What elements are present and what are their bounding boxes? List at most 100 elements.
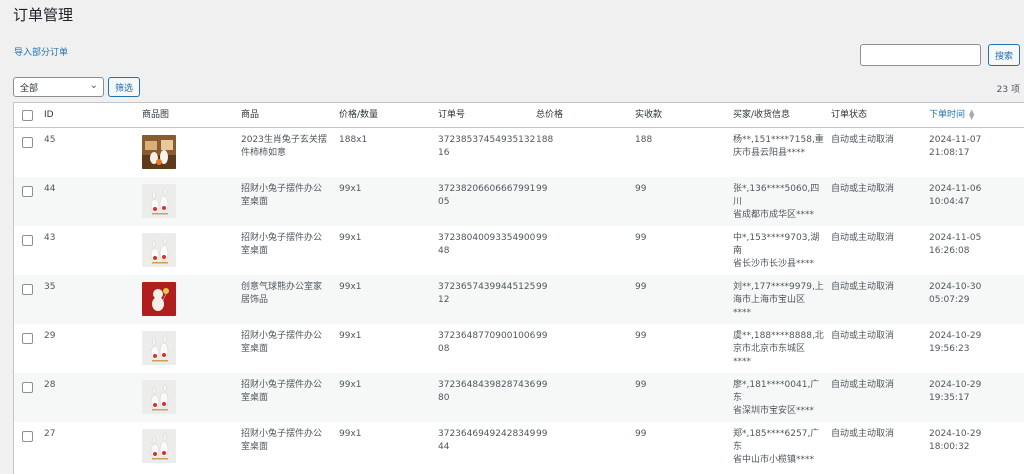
row-checkbox[interactable] — [22, 235, 33, 246]
row-order-no-line: 48 — [438, 246, 450, 256]
row-order-no: 37236487709001006 08 — [438, 330, 536, 356]
row-buyer-line: 廖*,181****0041,广东 — [733, 380, 820, 403]
row-order-no: 37236484398287436 80 — [438, 379, 535, 405]
row-product-line: 件柿柿如意 — [241, 148, 287, 158]
row-total: 99 — [536, 429, 548, 439]
row-checkbox[interactable] — [22, 431, 33, 442]
row-checkbox[interactable] — [22, 333, 33, 344]
row-product: 招财小兔子摆件办公 室桌面 — [241, 183, 333, 209]
row-price-qty: 99x1 — [339, 233, 362, 243]
row-product: 招财小兔子摆件办公 室桌面 — [241, 379, 333, 405]
row-order-no-line: 37238206606667991 — [438, 184, 536, 194]
row-order-no-line: 08 — [438, 344, 450, 354]
row-product-line: 招财小兔子摆件办公 — [241, 184, 323, 194]
row-buyer-line: 海市上海市宝山区 — [733, 295, 806, 305]
row-buyer: 廖*,181****0041,广东省深圳市宝安区**** — [733, 379, 825, 418]
row-paid: 99 — [635, 380, 647, 390]
row-buyer-line: 省深圳市宝安区**** — [733, 406, 815, 416]
header-id: ID — [44, 110, 54, 120]
row-price-qty: 99x1 — [339, 184, 362, 194]
header-order-no: 订单号 — [438, 110, 466, 120]
row-status: 自动或主动取消 — [831, 184, 895, 194]
row-order-no-line: 37236574399445125 — [438, 282, 536, 292]
row-order-no: 37238040093354900 48 — [438, 232, 535, 258]
search-button[interactable]: 搜索 — [988, 44, 1020, 66]
row-order-time: 2024-10-30 05:07:29 — [929, 282, 982, 305]
table-row: 45 2023生肖兔子玄关摆 件柿柿如意 188x1 37238537454935132… — [14, 128, 1024, 177]
row-buyer: 刘**,177****9979,上 海市上海市宝山区 **** — [733, 281, 825, 320]
row-paid: 99 — [635, 331, 647, 341]
row-total: 188 — [536, 135, 554, 145]
status-filter-value: 全部 — [20, 84, 39, 94]
header-status: 订单状态 — [831, 110, 868, 120]
header-thumbnail: 商品图 — [142, 110, 170, 120]
row-order-no: 37236574399445125 12 — [438, 281, 536, 307]
row-order-no: 37238206606667991 05 — [438, 183, 536, 209]
row-checkbox[interactable] — [22, 382, 33, 393]
status-filter-select[interactable]: 全部 ⌄ — [13, 77, 104, 97]
row-product: 招财小兔子摆件办公 室桌面 — [241, 330, 333, 356]
row-id: 44 — [44, 184, 56, 194]
row-product-line: 创意气球熊办公室家 — [241, 282, 323, 292]
row-buyer: 虞**,188****8888,北 京市北京市东城区 **** — [733, 330, 825, 369]
row-status: 自动或主动取消 — [831, 331, 895, 341]
row-price-qty: 188x1 — [339, 135, 368, 145]
row-product-line: 招财小兔子摆件办公 — [241, 380, 323, 390]
product-thumbnail — [142, 282, 176, 316]
table-row: 44 招财小兔子摆件办公 室桌面 99x1 37238206606667991 05 99 9… — [14, 177, 1024, 226]
row-buyer-line: 省长沙市长沙县**** — [733, 259, 815, 269]
row-buyer-line: 张*,136****5060,四川 — [733, 184, 820, 207]
row-buyer: 郑*,185****6257,广东 省中山市小榄镇**** — [733, 428, 825, 467]
item-count: 23 项 — [996, 85, 1020, 95]
row-checkbox[interactable] — [22, 284, 33, 295]
header-price-qty: 价格/数量 — [339, 110, 379, 120]
table-row: 35 创意气球熊办公室家 居饰品 99x1 37236574399445125 12 99 9… — [14, 275, 1024, 324]
sort-icon[interactable]: ▲ ▼ — [969, 108, 974, 120]
row-total: 99 — [536, 233, 548, 243]
row-product-line: 室桌面 — [241, 442, 269, 452]
row-buyer-line: 杨**,151****7158,重 — [733, 135, 824, 145]
row-product-line: 招财小兔子摆件办公 — [241, 233, 323, 243]
row-buyer-line: 虞**,188****8888,北 — [733, 331, 824, 341]
table-row: 28 招财小兔子摆件办公 室桌面 99x1 37236484398287436 80 99 9… — [14, 373, 1024, 422]
row-order-no-line: 44 — [438, 442, 450, 452]
chevron-down-icon: ⌄ — [89, 80, 98, 91]
import-orders-link[interactable]: 导入部分订单 — [14, 45, 68, 58]
row-order-time: 2024-10-29 18:00:32 — [929, 429, 982, 452]
row-price-qty: 99x1 — [339, 331, 362, 341]
row-order-no-line: 80 — [438, 393, 450, 403]
row-status: 自动或主动取消 — [831, 233, 895, 243]
row-paid: 99 — [635, 429, 647, 439]
row-checkbox[interactable] — [22, 137, 33, 148]
search-input[interactable] — [860, 44, 981, 66]
filter-button[interactable]: 筛选 — [108, 77, 140, 97]
row-status: 自动或主动取消 — [831, 282, 895, 292]
header-paid: 实收款 — [635, 110, 663, 120]
row-paid: 188 — [635, 135, 653, 145]
row-product-line: 招财小兔子摆件办公 — [241, 429, 323, 439]
row-product: 招财小兔子摆件办公 室桌面 — [241, 232, 333, 258]
table-row: 27 招财小兔子摆件办公 室桌面 99x1 37236469492428349 44 99 9… — [14, 422, 1024, 471]
page-title: 订单管理 — [13, 6, 74, 24]
row-checkbox[interactable] — [22, 186, 33, 197]
select-all-checkbox[interactable] — [22, 110, 33, 121]
row-paid: 99 — [635, 233, 647, 243]
row-status: 自动或主动取消 — [831, 429, 895, 439]
row-buyer-line: 省成都市成华区**** — [733, 210, 815, 220]
row-total: 99 — [536, 331, 548, 341]
row-id: 28 — [44, 380, 56, 390]
row-product: 2023生肖兔子玄关摆 件柿柿如意 — [241, 134, 333, 160]
row-price-qty: 99x1 — [339, 380, 362, 390]
row-price-qty: 99x1 — [339, 429, 362, 439]
product-thumbnail — [142, 135, 176, 169]
row-total: 99 — [536, 282, 548, 292]
row-buyer: 张*,136****5060,四川省成都市成华区**** — [733, 183, 825, 222]
row-id: 35 — [44, 282, 56, 292]
row-paid: 99 — [635, 282, 647, 292]
table-body: 45 2023生肖兔子玄关摆 件柿柿如意 188x1 37238537454935132… — [14, 128, 1024, 471]
row-id: 29 — [44, 331, 56, 341]
row-product: 招财小兔子摆件办公 室桌面 — [241, 428, 333, 454]
header-order-time[interactable]: 下单时间 ▲ ▼ — [929, 108, 974, 122]
row-total: 99 — [536, 184, 548, 194]
row-order-no-line: 37236487709001006 — [438, 331, 536, 341]
